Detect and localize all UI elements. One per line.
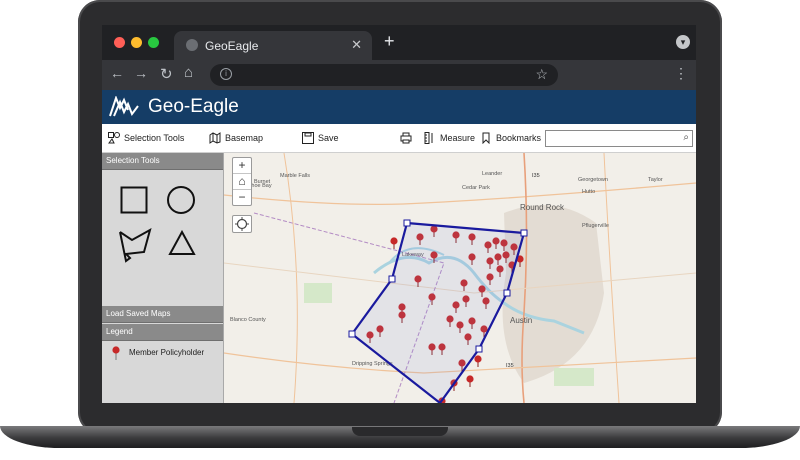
zoom-control: + ⌂ − <box>232 157 252 206</box>
printer-icon <box>400 132 412 144</box>
map-canvas[interactable]: Marble FallsBurnet GeorgetownLeanderCedar… <box>224 153 696 403</box>
place-label: Pflugerville <box>582 223 609 229</box>
close-window-button[interactable] <box>114 37 125 48</box>
bookmarks-button[interactable]: Bookmarks <box>480 132 541 144</box>
floppy-disk-icon <box>302 132 314 144</box>
map-search-input[interactable]: ⌕ <box>545 130 693 147</box>
measure-button[interactable]: Measure <box>424 132 475 144</box>
browser-tab[interactable]: GeoEagle ✕ <box>174 31 372 60</box>
globe-icon <box>186 39 198 51</box>
basemap-button[interactable]: Basemap <box>209 132 263 144</box>
locate-icon[interactable] <box>232 215 252 233</box>
place-label: Leander <box>482 171 502 177</box>
laptop-notch <box>352 427 448 436</box>
vertex-handle[interactable] <box>520 229 528 237</box>
place-label: Cedar Park <box>462 185 490 191</box>
vertex-handle[interactable] <box>503 289 511 297</box>
browser-toolbar: ← → ↻ ⌂ i ☆ ⋮ <box>102 60 696 90</box>
browser-window: GeoEagle ✕ + ▾ ← → ↻ ⌂ i ☆ ⋮ Geo-Eagle S… <box>102 25 696 403</box>
address-bar[interactable]: i ☆ <box>210 64 558 86</box>
save-label: Save <box>318 133 339 143</box>
selection-polygon[interactable] <box>350 221 526 403</box>
vertex-handle[interactable] <box>348 330 356 338</box>
back-button[interactable]: ← <box>110 65 124 81</box>
forward-button[interactable]: → <box>134 65 148 81</box>
map-view[interactable]: Marble Falls Burnet Georgetown Leander Cedar… <box>224 153 696 403</box>
basemap-label: Basemap <box>225 133 264 143</box>
place-label: Georgetown <box>578 177 608 183</box>
place-label: Taylor <box>648 177 663 183</box>
legend-item-label: Member Policyholder <box>129 348 205 357</box>
place-label: Marble Falls <box>280 173 310 179</box>
vertex-handle[interactable] <box>403 219 411 227</box>
menu-icon[interactable]: ⋮ <box>674 65 688 82</box>
place-label: Austin <box>510 316 532 325</box>
search-icon[interactable]: ⌕ <box>683 132 689 143</box>
new-tab-button[interactable]: + <box>384 31 395 52</box>
bookmark-icon <box>482 132 490 144</box>
minimize-window-button[interactable] <box>131 37 142 48</box>
freehand-polygon-icon[interactable] <box>118 228 152 264</box>
policyholder-marker[interactable] <box>474 355 482 367</box>
ruler-icon <box>424 132 433 144</box>
selection-tools-label: Selection Tools <box>124 133 185 143</box>
highway-label: I35 <box>532 173 540 179</box>
tab-close-icon[interactable]: ✕ <box>351 37 362 53</box>
selection-tools-button[interactable]: Selection Tools <box>108 132 184 144</box>
star-icon[interactable]: ☆ <box>535 66 548 83</box>
app-title: Geo-Eagle <box>148 96 239 117</box>
chevron-down-icon[interactable]: ▾ <box>676 35 690 49</box>
zoom-out-button[interactable]: − <box>233 190 251 205</box>
home-extent-icon[interactable]: ⌂ <box>233 174 251 190</box>
place-label: Blanco County <box>230 317 266 323</box>
legend-header[interactable]: Legend <box>102 324 223 341</box>
policyholder-marker[interactable] <box>390 237 398 249</box>
selection-shapes <box>102 170 223 288</box>
policyholder-marker[interactable] <box>466 375 474 387</box>
measure-label: Measure <box>440 133 476 143</box>
geo-eagle-logo-icon <box>109 96 139 117</box>
save-button[interactable]: Save <box>302 132 339 144</box>
info-icon[interactable]: i <box>220 68 232 80</box>
tab-title: GeoEagle <box>205 39 259 53</box>
maximize-window-button[interactable] <box>148 37 159 48</box>
home-button[interactable]: ⌂ <box>184 64 193 81</box>
square-icon[interactable] <box>120 186 148 214</box>
highway-label: I35 <box>506 363 514 369</box>
selection-tools-header[interactable]: Selection Tools <box>102 153 223 170</box>
load-saved-maps-header[interactable]: Load Saved Maps <box>102 306 223 323</box>
app-toolbar: Selection Tools Basemap Save Measure Boo… <box>102 124 696 153</box>
vertex-handle[interactable] <box>388 275 396 283</box>
left-panel: Selection Tools Load Saved Maps Legend M… <box>102 153 224 403</box>
legend-item-member-policyholder: Member Policyholder <box>102 341 223 363</box>
map-icon <box>209 132 221 144</box>
zoom-in-button[interactable]: + <box>233 158 251 174</box>
triangle-icon[interactable] <box>168 230 196 256</box>
shapes-icon <box>108 132 120 144</box>
bookmarks-label: Bookmarks <box>496 133 542 143</box>
map-pin-icon <box>112 346 120 360</box>
circle-icon[interactable] <box>166 185 196 215</box>
vertex-handle[interactable] <box>475 345 483 353</box>
place-label: Hutto <box>582 189 595 195</box>
app-header: Geo-Eagle <box>102 90 696 124</box>
tab-strip: GeoEagle ✕ + ▾ <box>102 25 696 60</box>
print-button[interactable] <box>400 132 412 144</box>
place-label: Round Rock <box>520 203 565 212</box>
reload-button[interactable]: ↻ <box>160 65 173 83</box>
